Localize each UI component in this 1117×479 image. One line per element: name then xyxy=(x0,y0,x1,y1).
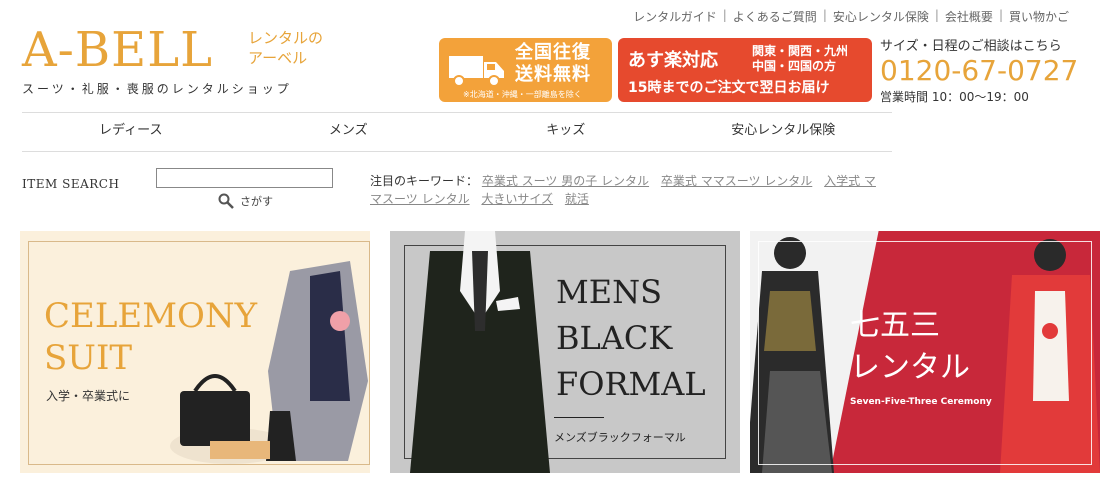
item-search-label: ITEM SEARCH xyxy=(22,177,120,191)
keyword-link[interactable]: 大きいサイズ xyxy=(481,192,553,206)
business-hours: 営業時間 10：00〜19：00 xyxy=(880,90,1029,104)
free-shipping-title: 全国往復 送料無料 xyxy=(515,42,591,86)
banner-subtitle: 入学・卒業式に xyxy=(46,389,131,403)
category-shichigosan[interactable]: 七五三 レンタル Seven-Five-Three Ceremony xyxy=(750,231,1100,473)
keyword-link[interactable]: 卒業式 ママスーツ レンタル xyxy=(661,174,812,188)
banner-title-line3: FORMAL xyxy=(556,365,706,403)
search-icon xyxy=(218,193,234,209)
category-mens-black-formal[interactable]: MENS BLACK FORMAL メンズブラックフォーマル xyxy=(390,231,740,473)
keywords-label: 注目のキーワード： xyxy=(370,174,479,188)
banner-title: 七五三 レンタル xyxy=(850,305,970,389)
logo-subtitle-line2: アーベル xyxy=(248,49,308,67)
link-company[interactable]: 会社概要 xyxy=(945,8,993,25)
banner-rule xyxy=(554,417,604,418)
featured-keywords: 注目のキーワード： 卒業式 スーツ 男の子 レンタル 卒業式 ママスーツ レンタ… xyxy=(370,172,880,208)
nav-item-mens[interactable]: メンズ xyxy=(240,113,458,151)
link-separator: | xyxy=(998,8,1003,22)
banner-title: MENS BLACK FORMAL xyxy=(556,269,706,407)
next-day-regions: 関東・関西・九州 中国・四国の方 xyxy=(752,44,848,74)
truck-icon xyxy=(449,56,504,87)
banner-title-line2: BLACK xyxy=(556,319,673,357)
top-utility-links: レンタルガイド | よくあるご質問 | 安心レンタル保険 | 会社概要 | 買い… xyxy=(633,8,1069,25)
next-day-delivery-banner[interactable]: あす楽対応 関東・関西・九州 中国・四国の方 15時までのご注文で翌日お届け xyxy=(618,38,872,102)
banner-subtitle: メンズブラックフォーマル xyxy=(554,431,686,444)
logo-subtitle-line1: レンタルの xyxy=(248,29,324,47)
shipping-line1: 全国往復 xyxy=(515,42,591,63)
logo-tagline: スーツ・礼服・喪服のレンタルショップ xyxy=(22,82,292,96)
nav-item-insurance[interactable]: 安心レンタル保険 xyxy=(675,113,893,151)
search-input[interactable] xyxy=(156,168,333,188)
keyword-link[interactable]: 就活 xyxy=(565,192,589,206)
contact-block: サイズ・日程のご相談はこちら 0120-67-0727 営業時間 10：00〜1… xyxy=(880,35,1100,105)
region-line2: 中国・四国の方 xyxy=(752,59,837,73)
shipping-line2: 送料無料 xyxy=(515,64,591,85)
link-faq[interactable]: よくあるご質問 xyxy=(733,8,817,25)
mens-suit-illustration xyxy=(410,231,550,473)
banner-title-line1: 七五三 xyxy=(850,308,940,343)
banner-title: CELEMONY SUIT xyxy=(44,295,257,379)
contact-label: サイズ・日程のご相談はこちら xyxy=(880,39,1062,54)
keyword-link[interactable]: 卒業式 スーツ 男の子 レンタル xyxy=(482,174,649,188)
category-ceremony-suit[interactable]: CELEMONY SUIT 入学・卒業式に xyxy=(20,231,370,473)
logo-subtitle: レンタルの アーベル xyxy=(248,28,368,68)
search-button-label: さがす xyxy=(240,195,273,208)
next-day-title: あす楽対応 xyxy=(628,50,718,71)
link-cart[interactable]: 買い物かご xyxy=(1009,8,1069,25)
banner-title-line2: SUIT xyxy=(44,338,133,378)
banner-subtitle: Seven-Five-Three Ceremony xyxy=(850,397,992,407)
nav-item-ladies[interactable]: レディース xyxy=(22,113,240,151)
link-separator: | xyxy=(822,8,827,22)
nav-item-kids[interactable]: キッズ xyxy=(457,113,675,151)
link-separator: | xyxy=(722,8,727,22)
banner-title-line2: レンタル xyxy=(850,350,970,385)
contact-phone[interactable]: 0120-67-0727 xyxy=(880,54,1100,88)
link-rental-guide[interactable]: レンタルガイド xyxy=(633,8,717,25)
main-nav: レディース メンズ キッズ 安心レンタル保険 xyxy=(22,112,892,152)
banner-title-line1: CELEMONY xyxy=(44,296,258,336)
banner-title-line1: MENS xyxy=(556,273,663,311)
next-day-description: 15時までのご注文で翌日お届け xyxy=(628,80,830,96)
shipping-note: ※北海道・沖縄・一部離島を除く xyxy=(463,90,582,99)
search-button[interactable]: さがす xyxy=(218,193,273,209)
region-line1: 関東・関西・九州 xyxy=(752,44,849,58)
link-separator: | xyxy=(934,8,939,22)
site-logo[interactable]: A-BELL レンタルの アーベル スーツ・礼服・喪服のレンタルショップ xyxy=(22,26,323,97)
link-insurance[interactable]: 安心レンタル保険 xyxy=(833,8,929,25)
free-shipping-banner[interactable]: 全国往復 送料無料 ※北海道・沖縄・一部離島を除く xyxy=(439,38,612,102)
